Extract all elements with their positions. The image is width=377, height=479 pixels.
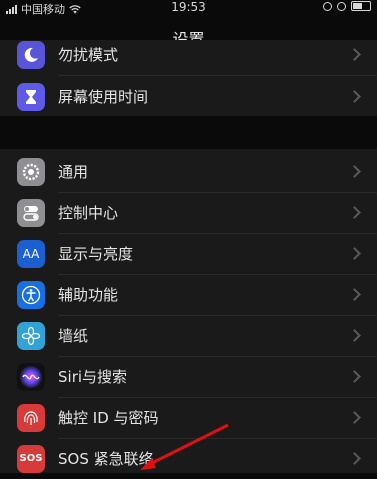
sos-icon: SOS [17, 444, 45, 473]
siri-icon [17, 362, 45, 391]
chevron-right-icon [348, 370, 361, 383]
alarm-icon [323, 1, 332, 11]
chevron-right-icon [348, 90, 361, 103]
settings-row-general[interactable]: 通用 [0, 151, 377, 192]
settings-row-accessibility[interactable]: 辅助功能 [0, 274, 377, 315]
status-bar: 中国移动 19:53 [0, 0, 377, 16]
settings-row-control-center[interactable]: 控制中心 [0, 192, 377, 233]
moon-icon [17, 40, 45, 69]
settings-row-display-brightness[interactable]: AA 显示与亮度 [0, 233, 377, 274]
settings-row-label: 控制中心 [58, 204, 119, 222]
battery-icon [351, 1, 371, 11]
settings-row-label: SOS 紧急联络 [58, 450, 154, 468]
text-size-icon: AA [17, 239, 45, 268]
settings-row-wallpaper[interactable]: 墙纸 [0, 315, 377, 356]
settings-row-screen-time[interactable]: 屏幕使用时间 [0, 76, 377, 117]
settings-row-label: 通用 [58, 163, 89, 181]
settings-row-label: 触控 ID 与密码 [58, 409, 159, 427]
status-right [323, 1, 371, 11]
chevron-right-icon [348, 411, 361, 424]
chevron-right-icon [348, 329, 361, 342]
accessibility-icon [17, 280, 45, 309]
chevron-right-icon [348, 288, 361, 301]
settings-row-siri-search[interactable]: Siri与搜索 [0, 356, 377, 397]
flower-icon [17, 321, 45, 350]
settings-row-label: Siri与搜索 [58, 368, 128, 386]
chevron-right-icon [348, 206, 361, 219]
settings-row-do-not-disturb[interactable]: 勿扰模式 [0, 34, 377, 75]
chevron-right-icon [348, 48, 361, 61]
settings-row-touch-id-passcode[interactable]: 触控 ID 与密码 [0, 397, 377, 438]
gear-icon [17, 157, 45, 186]
settings-group-general: 通用 控制中心 AA 显示与亮度 辅助功能 墙纸 Siri与搜索 触控 ID 与… [0, 149, 377, 473]
status-time: 19:53 [171, 0, 206, 14]
chevron-right-icon [348, 165, 361, 178]
rotation-lock-icon [337, 1, 346, 11]
settings-row-label: 墙纸 [58, 327, 89, 345]
fingerprint-icon [17, 403, 45, 432]
settings-row-label: 勿扰模式 [58, 46, 119, 64]
hourglass-icon [17, 82, 45, 111]
settings-row-label: 屏幕使用时间 [58, 88, 149, 106]
chevron-right-icon [348, 452, 361, 465]
settings-row-label: 辅助功能 [58, 286, 119, 304]
chevron-right-icon [348, 247, 361, 260]
toggles-icon [17, 198, 45, 227]
settings-group-focus: 勿扰模式 屏幕使用时间 [0, 40, 377, 116]
settings-row-label: 显示与亮度 [58, 245, 134, 263]
